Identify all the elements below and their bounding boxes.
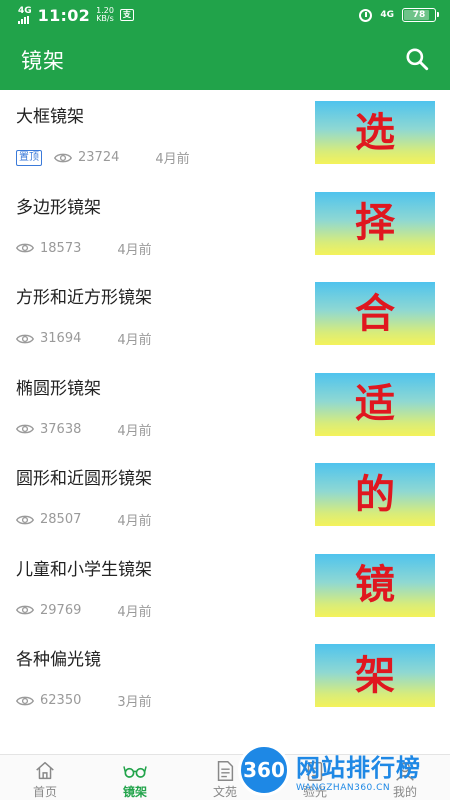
list-item[interactable]: 各种偏光镜 62350 3月前 架 (0, 633, 450, 724)
signal-label: 4G (18, 5, 32, 16)
list-item-title: 多边形镜架 (16, 197, 101, 218)
list-item[interactable]: 椭圆形镜架 37638 4月前 适 (0, 362, 450, 453)
eye-icon (16, 605, 34, 615)
eye-icon (16, 334, 34, 343)
search-icon (406, 48, 429, 71)
list-item-title: 椭圆形镜架 (16, 378, 101, 399)
nav-item-label: 镜架 (122, 785, 147, 799)
eye-icon (16, 243, 34, 253)
watermark-360-badge: 360 (238, 744, 290, 796)
battery-level: 78 (412, 10, 426, 20)
glasses-icon (123, 766, 147, 778)
view-count: 28507 (40, 512, 82, 527)
nav-item-label: 首页 (32, 785, 57, 799)
nav-item[interactable]: 首页 (0, 755, 90, 800)
view-count: 62350 (40, 693, 82, 708)
post-time: 3月前 (117, 695, 152, 710)
list-item-thumbnail[interactable]: 的 (315, 463, 435, 526)
eye-icon (16, 424, 34, 434)
view-count: 23724 (78, 150, 120, 165)
list-item[interactable]: 儿童和小学生镜架 29769 4月前 镜 (0, 543, 450, 634)
thumbnail-char: 选 (355, 108, 395, 156)
thumbnail-char: 架 (355, 651, 395, 699)
list-item[interactable]: 多边形镜架 18573 4月前 择 (0, 181, 450, 272)
thumbnail-char: 适 (355, 380, 395, 427)
list-item-meta: 62350 3月前 (16, 691, 152, 710)
speed-unit: KB/s (96, 14, 114, 23)
list-item-meta: 37638 4月前 (16, 420, 152, 439)
list-item-thumbnail[interactable]: 适 (315, 372, 435, 436)
thumbnail-char: 镜 (355, 561, 395, 608)
alipay-icon: 支 (119, 9, 134, 21)
list-item-title: 大框镜架 (16, 107, 84, 127)
list-item-meta: 18573 4月前 (16, 239, 152, 258)
list-item-thumbnail[interactable]: 选 (315, 101, 435, 164)
list-item-thumbnail[interactable]: 合 (315, 282, 435, 345)
list-item-title: 方形和近方形镜架 (16, 288, 152, 308)
page-title: 镜架 (21, 49, 65, 73)
watermark-text: 网站排行榜 WANGZHAN360.CN (296, 748, 421, 793)
document-icon (217, 761, 234, 781)
watermark-logo: 360 网站排行榜 WANGZHAN360.CN (238, 740, 450, 800)
post-time: 4月前 (117, 604, 152, 620)
view-count: 31694 (40, 331, 82, 346)
home-icon (36, 761, 54, 780)
list-item[interactable]: 方形和近方形镜架 31694 4月前 合 (0, 271, 450, 362)
pinned-badge: 置顶 (16, 149, 42, 166)
status-right: 4G 78 (359, 8, 439, 22)
post-time: 4月前 (117, 423, 152, 439)
thumbnail-char: 合 (355, 289, 395, 337)
signal-indicator: 4G (18, 5, 32, 24)
app-bar: 镜架 (0, 30, 450, 90)
view-count: 18573 (40, 240, 82, 256)
post-time: 4月前 (117, 514, 152, 529)
watermark-main: 网站排行榜 (296, 753, 421, 782)
list-item-thumbnail[interactable]: 架 (315, 644, 435, 707)
list-item-thumbnail[interactable]: 择 (315, 191, 435, 255)
clock: 11:02 (37, 5, 91, 25)
nav-item[interactable]: 镜架 (90, 755, 180, 800)
status-bar: 4G 11:02 1.20 KB/s 支 4G 78 (0, 0, 450, 30)
post-time: 4月前 (117, 333, 152, 348)
list-item-meta: 29769 4月前 (16, 601, 152, 620)
list-item-meta: 置顶 23724 4月前 (16, 148, 190, 167)
alarm-icon (359, 8, 373, 22)
status-left: 4G 11:02 1.20 KB/s 支 (18, 6, 134, 25)
frame-list: 大框镜架 置顶 23724 4月前 选 多边形镜架 18573 4月前 择 方形… (0, 90, 450, 754)
list-item[interactable]: 大框镜架 置顶 23724 4月前 选 (0, 90, 450, 181)
list-item-title: 儿童和小学生镜架 (16, 559, 152, 580)
eye-icon (16, 696, 34, 705)
list-item-meta: 28507 4月前 (16, 510, 152, 529)
thumbnail-char: 的 (355, 470, 395, 518)
post-time: 4月前 (117, 242, 152, 258)
search-button[interactable] (404, 46, 432, 74)
network-type: 4G (380, 10, 394, 20)
post-time: 4月前 (155, 152, 190, 167)
eye-icon (54, 153, 72, 162)
battery-icon: 78 (402, 8, 439, 22)
list-item-title: 圆形和近圆形镜架 (16, 469, 152, 489)
list-item-thumbnail[interactable]: 镜 (315, 553, 435, 617)
list-item-meta: 31694 4月前 (16, 329, 152, 348)
nav-item-label: 文苑 (212, 785, 237, 799)
view-count: 37638 (40, 421, 82, 437)
network-speed: 1.20 KB/s (96, 7, 114, 23)
list-item-title: 各种偏光镜 (16, 650, 101, 670)
view-count: 29769 (40, 602, 82, 618)
list-item[interactable]: 圆形和近圆形镜架 28507 4月前 的 (0, 452, 450, 543)
signal-bars-icon (18, 15, 29, 24)
thumbnail-char: 择 (355, 199, 395, 246)
eye-icon (16, 515, 34, 524)
watermark-sub: WANGZHAN360.CN (296, 782, 391, 793)
